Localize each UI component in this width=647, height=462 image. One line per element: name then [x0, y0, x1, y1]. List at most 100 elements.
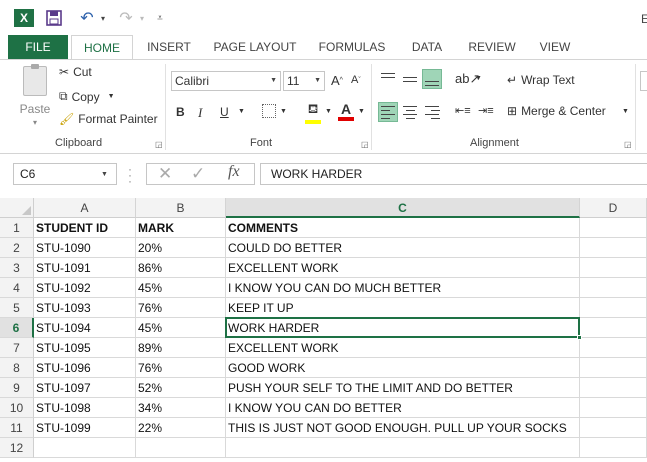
row-header[interactable]: 2	[0, 238, 34, 258]
table-cell[interactable]: STU-1093	[34, 298, 136, 318]
undo-icon[interactable]: ↶	[76, 8, 98, 28]
table-cell[interactable]: 45%	[136, 278, 226, 298]
table-cell[interactable]: STU-1095	[34, 338, 136, 358]
check-icon[interactable]: ✓	[191, 164, 205, 184]
save-icon[interactable]	[44, 8, 64, 28]
top-align-icon[interactable]	[378, 69, 398, 89]
undo-dropdown-icon[interactable]: ▾	[98, 8, 108, 28]
table-cell[interactable]: 22%	[136, 418, 226, 438]
tab-formulas[interactable]: FORMULAS	[313, 35, 391, 59]
table-cell[interactable]: PUSH YOUR SELF TO THE LIMIT AND DO BETTE…	[226, 378, 580, 398]
tab-file[interactable]: FILE	[8, 35, 68, 59]
redo-dropdown-icon[interactable]: ▾	[137, 8, 147, 28]
table-cell[interactable]: STU-1092	[34, 278, 136, 298]
table-cell[interactable]: COMMENTS	[226, 218, 580, 238]
decrease-indent-icon[interactable]: ⇤≡	[455, 104, 471, 117]
column-header-a[interactable]: A	[34, 198, 136, 218]
merge-center-button[interactable]: ⊞ Merge & Center	[507, 104, 606, 118]
row-header[interactable]: 5	[0, 298, 34, 318]
table-cell[interactable]	[580, 358, 647, 378]
column-header-d[interactable]: D	[580, 198, 647, 218]
table-cell[interactable]	[226, 438, 580, 458]
worksheet-grid[interactable]: A B C D 1 STUDENT ID MARK COMMENTS 2 STU-1090…	[0, 198, 647, 462]
row-header[interactable]: 8	[0, 358, 34, 378]
merge-dropdown-icon[interactable]: ▼	[622, 108, 629, 115]
tab-insert[interactable]: INSERT	[141, 35, 197, 59]
cut-button[interactable]: ✂ Cut	[59, 65, 92, 79]
name-box-dropdown-icon[interactable]: ▼	[101, 171, 108, 178]
insert-function-icon[interactable]: fx	[228, 163, 240, 181]
fill-handle[interactable]	[577, 335, 582, 340]
fill-color-button[interactable]: ⛾	[305, 101, 321, 124]
underline-button[interactable]: U	[220, 105, 229, 119]
table-cell[interactable]: KEEP IT UP	[226, 298, 580, 318]
tab-data[interactable]: DATA	[404, 35, 450, 59]
table-cell[interactable]	[580, 438, 647, 458]
table-cell[interactable]	[580, 218, 647, 238]
font-color-dropdown-icon[interactable]: ▼	[358, 108, 365, 115]
table-cell[interactable]	[580, 318, 647, 338]
table-cell[interactable]	[580, 398, 647, 418]
column-header-b[interactable]: B	[136, 198, 226, 218]
formula-bar-splitter[interactable]: · · ·	[128, 163, 132, 187]
italic-button[interactable]: I	[198, 105, 202, 121]
increase-indent-icon[interactable]: ⇥≡	[478, 104, 494, 117]
row-header[interactable]: 12	[0, 438, 34, 458]
cancel-icon[interactable]: ✕	[158, 164, 172, 184]
table-cell[interactable]: 34%	[136, 398, 226, 418]
table-cell[interactable]: STU-1099	[34, 418, 136, 438]
tab-review[interactable]: REVIEW	[461, 35, 523, 59]
table-cell[interactable]: 86%	[136, 258, 226, 278]
select-all-button[interactable]	[0, 198, 34, 218]
table-cell[interactable]	[136, 438, 226, 458]
table-cell[interactable]	[580, 298, 647, 318]
shrink-font-button[interactable]: Aˇ	[351, 74, 361, 86]
table-cell[interactable]: EXCELLENT WORK	[226, 338, 580, 358]
font-color-button[interactable]: A	[338, 101, 354, 121]
table-cell[interactable]: 52%	[136, 378, 226, 398]
tab-view[interactable]: VIEW	[530, 35, 580, 59]
excel-icon[interactable]: X	[14, 9, 34, 27]
paste-button[interactable]: Paste ▾	[17, 64, 53, 132]
table-cell[interactable]	[580, 238, 647, 258]
grow-font-button[interactable]: A ^	[331, 73, 343, 88]
row-header[interactable]: 3	[0, 258, 34, 278]
table-cell[interactable]: 20%	[136, 238, 226, 258]
wrap-text-button[interactable]: ↵ Wrap Text	[507, 73, 575, 87]
table-cell[interactable]: COULD DO BETTER	[226, 238, 580, 258]
table-cell[interactable]: STU-1096	[34, 358, 136, 378]
row-header[interactable]: 11	[0, 418, 34, 438]
table-cell[interactable]	[580, 378, 647, 398]
table-cell[interactable]: MARK	[136, 218, 226, 238]
table-cell[interactable]: STUDENT ID	[34, 218, 136, 238]
align-center-icon[interactable]	[400, 102, 420, 122]
row-header[interactable]: 9	[0, 378, 34, 398]
formula-input[interactable]: WORK HARDER	[260, 163, 647, 185]
font-launcher-icon[interactable]: ◲	[361, 140, 369, 149]
table-cell[interactable]	[580, 338, 647, 358]
table-cell[interactable]: 45%	[136, 318, 226, 338]
table-cell[interactable]: STU-1098	[34, 398, 136, 418]
middle-align-icon[interactable]	[400, 69, 420, 89]
table-cell[interactable]	[580, 258, 647, 278]
table-cell[interactable]: STU-1097	[34, 378, 136, 398]
alignment-launcher-icon[interactable]: ◲	[624, 140, 632, 149]
row-header[interactable]: 6	[0, 318, 34, 338]
table-cell[interactable]: STU-1090	[34, 238, 136, 258]
format-painter-button[interactable]: 🖌 Format Painter	[59, 112, 158, 126]
font-size-select[interactable]: 11 ▼	[283, 71, 325, 91]
fill-color-dropdown-icon[interactable]: ▼	[325, 108, 332, 115]
bold-button[interactable]: B	[176, 105, 185, 119]
table-cell[interactable]: 76%	[136, 298, 226, 318]
align-left-icon[interactable]	[378, 102, 398, 122]
table-cell[interactable]: GOOD WORK	[226, 358, 580, 378]
table-cell[interactable]: STU-1091	[34, 258, 136, 278]
table-cell[interactable]: 76%	[136, 358, 226, 378]
table-cell[interactable]	[580, 278, 647, 298]
table-cell[interactable]: I KNOW YOU CAN DO MUCH BETTER	[226, 278, 580, 298]
tab-home[interactable]: HOME	[71, 35, 133, 60]
align-right-icon[interactable]	[422, 102, 442, 122]
number-format-select[interactable]	[640, 71, 647, 91]
table-cell[interactable]: 89%	[136, 338, 226, 358]
table-cell[interactable]: THIS IS JUST NOT GOOD ENOUGH. PULL UP YO…	[226, 418, 580, 438]
